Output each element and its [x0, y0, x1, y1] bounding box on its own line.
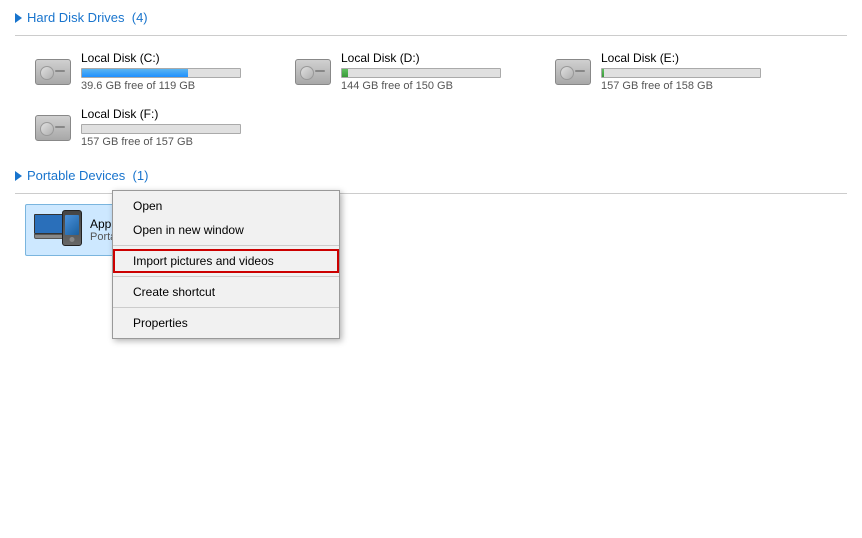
portable-title-text: Portable Devices	[27, 168, 125, 183]
drive-item-d[interactable]: Local Disk (D:) 144 GB free of 150 GB	[285, 46, 525, 97]
drive-item-c[interactable]: Local Disk (C:) 39.6 GB free of 119 GB	[25, 46, 265, 97]
drives-grid: Local Disk (C:) 39.6 GB free of 119 GB L…	[15, 46, 847, 153]
iphone-button	[70, 237, 75, 242]
context-menu-import[interactable]: Import pictures and videos	[113, 249, 339, 273]
drive-icon-d	[293, 56, 333, 88]
hdd-body-c	[35, 59, 71, 85]
progress-bar-f	[81, 124, 241, 134]
hard-disk-section-header[interactable]: Hard Disk Drives (4)	[15, 10, 847, 25]
drive-space-c: 39.6 GB free of 119 GB	[81, 80, 257, 92]
portable-title: Portable Devices (1)	[27, 168, 148, 183]
hard-disk-title-text: Hard Disk Drives	[27, 10, 125, 25]
hdd-body-f	[35, 115, 71, 141]
context-menu: Open Open in new window Import pictures …	[112, 190, 340, 339]
drive-item-row-d: Local Disk (D:) 144 GB free of 150 GB	[293, 51, 517, 92]
hard-disk-title: Hard Disk Drives (4)	[27, 10, 148, 25]
progress-bar-d	[341, 68, 501, 78]
context-menu-separator-1	[113, 245, 339, 246]
drive-name-f: Local Disk (F:)	[81, 107, 257, 121]
context-menu-create-shortcut[interactable]: Create shortcut	[113, 280, 339, 304]
context-menu-separator-3	[113, 307, 339, 308]
context-menu-separator-2	[113, 276, 339, 277]
drive-name-d: Local Disk (D:)	[341, 51, 517, 65]
hard-disk-count: (4)	[132, 10, 148, 25]
hdd-body-d	[295, 59, 331, 85]
iphone-phone-icon	[62, 210, 82, 246]
progress-fill-d	[342, 69, 348, 77]
collapse-triangle-hdd	[15, 13, 22, 23]
drive-item-f[interactable]: Local Disk (F:) 157 GB free of 157 GB	[25, 102, 265, 153]
drive-info-d: Local Disk (D:) 144 GB free of 150 GB	[341, 51, 517, 92]
drive-name-c: Local Disk (C:)	[81, 51, 257, 65]
collapse-triangle-portable	[15, 171, 22, 181]
drive-name-e: Local Disk (E:)	[601, 51, 777, 65]
context-menu-properties[interactable]: Properties	[113, 311, 339, 335]
laptop-screen	[34, 214, 64, 234]
progress-bar-c	[81, 68, 241, 78]
context-menu-open-new-window[interactable]: Open in new window	[113, 218, 339, 242]
progress-fill-e	[602, 69, 604, 77]
context-menu-open[interactable]: Open	[113, 194, 339, 218]
hdd-body-e	[555, 59, 591, 85]
drive-item-row-f: Local Disk (F:) 157 GB free of 157 GB	[33, 107, 257, 148]
progress-bar-e	[601, 68, 761, 78]
iphone-composite-icon	[34, 210, 82, 250]
iphone-screen	[65, 215, 79, 235]
progress-fill-c	[82, 69, 188, 77]
drive-space-f: 157 GB free of 157 GB	[81, 136, 257, 148]
drive-info-f: Local Disk (F:) 157 GB free of 157 GB	[81, 107, 257, 148]
drive-icon-e	[553, 56, 593, 88]
drive-item-e[interactable]: Local Disk (E:) 157 GB free of 158 GB	[545, 46, 785, 97]
drive-space-d: 144 GB free of 150 GB	[341, 80, 517, 92]
drive-info-e: Local Disk (E:) 157 GB free of 158 GB	[601, 51, 777, 92]
drive-item-row-c: Local Disk (C:) 39.6 GB free of 119 GB	[33, 51, 257, 92]
drive-info-c: Local Disk (C:) 39.6 GB free of 119 GB	[81, 51, 257, 92]
hdd-divider	[15, 35, 847, 36]
drive-icon-f	[33, 112, 73, 144]
portable-count: (1)	[133, 168, 149, 183]
portable-section-header[interactable]: Portable Devices (1)	[15, 168, 847, 183]
drive-item-row-e: Local Disk (E:) 157 GB free of 158 GB	[553, 51, 777, 92]
drive-space-e: 157 GB free of 158 GB	[601, 80, 777, 92]
drive-icon-c	[33, 56, 73, 88]
